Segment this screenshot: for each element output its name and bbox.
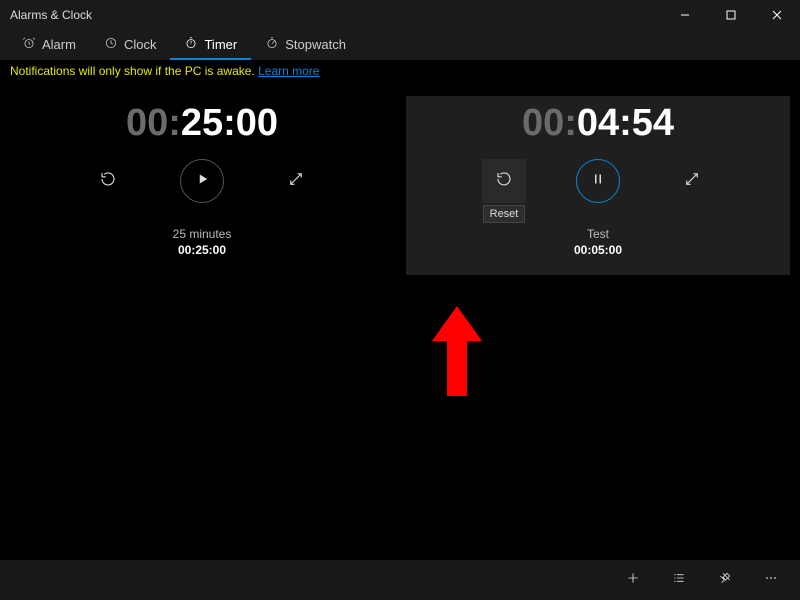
expand-button[interactable] (274, 159, 318, 203)
window-maximize-button[interactable] (708, 0, 754, 30)
tab-bar: Alarm Clock Timer Stopwatch (0, 30, 800, 60)
pause-button[interactable] (576, 159, 620, 203)
pin-icon (717, 570, 733, 591)
pause-icon (589, 170, 607, 193)
tab-alarm[interactable]: Alarm (8, 30, 90, 60)
learn-more-link[interactable]: Learn more (258, 64, 319, 78)
clock-icon (104, 36, 118, 53)
reset-button[interactable]: Reset (482, 159, 526, 203)
timer-display: 00:04:54 (522, 102, 674, 145)
reset-icon (495, 170, 513, 193)
expand-icon (683, 170, 701, 193)
play-icon (193, 170, 211, 193)
timer-minsec: 04:54 (577, 102, 674, 145)
expand-button[interactable] (670, 159, 714, 203)
timer-hours: 00: (522, 102, 577, 145)
timer-hours: 00: (126, 102, 181, 145)
timer-minsec: 25:00 (181, 102, 278, 145)
reset-button[interactable] (86, 159, 130, 203)
tab-alarm-label: Alarm (42, 37, 76, 52)
tab-timer[interactable]: Timer (170, 30, 251, 60)
alarm-icon (22, 36, 36, 53)
expand-icon (287, 170, 305, 193)
play-button[interactable] (180, 159, 224, 203)
timer-grid: 00:25:00 25 minutes 00:25:00 00 (0, 86, 800, 560)
timer-name: Test (574, 227, 622, 241)
more-icon (763, 570, 779, 591)
tab-stopwatch[interactable]: Stopwatch (251, 30, 360, 60)
tab-timer-label: Timer (204, 37, 237, 52)
reset-icon (99, 170, 117, 193)
timer-display: 00:25:00 (126, 102, 278, 145)
reset-tooltip: Reset (483, 205, 526, 223)
window-title: Alarms & Clock (10, 8, 92, 22)
timer-icon (184, 36, 198, 53)
titlebar: Alarms & Clock (0, 0, 800, 30)
window-minimize-button[interactable] (662, 0, 708, 30)
select-button[interactable] (656, 560, 702, 600)
window-close-button[interactable] (754, 0, 800, 30)
list-select-icon (671, 570, 687, 591)
tab-clock-label: Clock (124, 37, 157, 52)
more-button[interactable] (748, 560, 794, 600)
tab-stopwatch-label: Stopwatch (285, 37, 346, 52)
annotation-arrow (432, 306, 482, 401)
add-button[interactable] (610, 560, 656, 600)
notification-text: Notifications will only show if the PC i… (10, 64, 258, 78)
timer-card[interactable]: 00:04:54 Reset Test 00:05:00 (406, 96, 790, 275)
notification-banner: Notifications will only show if the PC i… (0, 60, 800, 86)
pin-button[interactable] (702, 560, 748, 600)
timer-card[interactable]: 00:25:00 25 minutes 00:25:00 (10, 96, 394, 275)
tab-clock[interactable]: Clock (90, 30, 171, 60)
plus-icon (625, 570, 641, 591)
command-bar (0, 560, 800, 600)
timer-name: 25 minutes (173, 227, 232, 241)
timer-total: 00:25:00 (173, 243, 232, 257)
stopwatch-icon (265, 36, 279, 53)
timer-total: 00:05:00 (574, 243, 622, 257)
